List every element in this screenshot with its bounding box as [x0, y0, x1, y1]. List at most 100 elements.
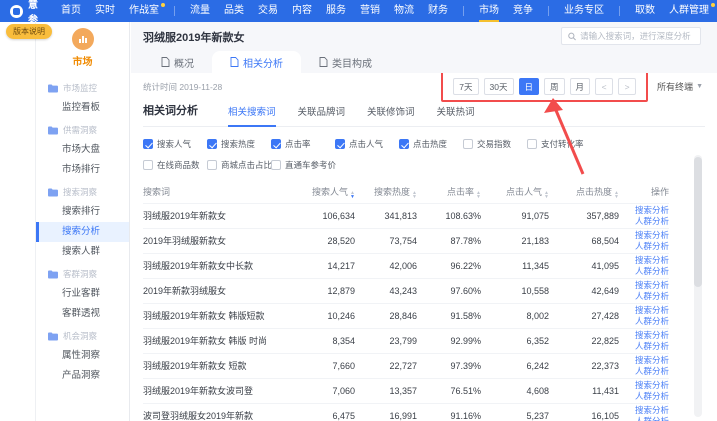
action-link-搜索分析[interactable]: 搜索分析	[619, 205, 669, 216]
terminal-filter[interactable]: 所有终端 ▼	[657, 80, 703, 93]
nav-item-物流[interactable]: 物流	[387, 0, 421, 22]
sort-icons[interactable]: ▲▼	[544, 191, 549, 199]
subtab-相关搜索词[interactable]: 相关搜索词	[228, 104, 276, 127]
sidebar-item-行业客群[interactable]: 行业客群	[36, 284, 129, 304]
checkbox-checked[interactable]	[335, 139, 345, 149]
metric-搜索人气[interactable]: 搜索人气	[143, 138, 207, 150]
prev-period-button[interactable]: <	[595, 78, 613, 95]
checkbox-unchecked[interactable]	[527, 139, 537, 149]
nav-item-交易[interactable]: 交易	[251, 0, 285, 22]
action-link-人群分析[interactable]: 人群分析	[619, 216, 669, 227]
nav-item-市场[interactable]: 市场	[472, 0, 506, 22]
metric-点击率[interactable]: 点击率	[271, 138, 335, 150]
sidebar-item-搜索人群[interactable]: 搜索人群	[36, 242, 129, 262]
next-period-button[interactable]: >	[618, 78, 636, 95]
sidebar-item-搜索分析[interactable]: 搜索分析	[36, 222, 129, 242]
column-header-搜索人气[interactable]: 搜索人气▲▼	[293, 181, 355, 203]
column-header-搜索热度[interactable]: 搜索热度▲▼	[355, 181, 417, 203]
checkbox-checked[interactable]	[207, 139, 217, 149]
sort-icons[interactable]: ▲▼	[350, 191, 355, 199]
nav-item-人群管理[interactable]: 人群管理	[662, 0, 716, 22]
sort-icons[interactable]: ▲▼	[476, 191, 481, 199]
subtab-关联修饰词[interactable]: 关联修饰词	[367, 104, 415, 127]
column-header-点击热度[interactable]: 点击热度▲▼	[549, 181, 619, 203]
period-button-30天[interactable]: 30天	[484, 78, 514, 95]
nav-item-作战室[interactable]: 作战室	[122, 0, 166, 22]
action-link-搜索分析[interactable]: 搜索分析	[619, 305, 669, 316]
sidebar: 市场 市场监控监控看板供需洞察市场大盘市场排行搜索洞察搜索排行搜索分析搜索人群客…	[0, 22, 130, 421]
subtab-关联品牌词[interactable]: 关联品牌词	[298, 104, 346, 127]
metric-点击热度[interactable]: 点击热度	[399, 138, 463, 150]
sidebar-item-监控看板[interactable]: 监控看板	[36, 98, 129, 118]
period-button-月[interactable]: 月	[570, 78, 591, 95]
nav-item-品类[interactable]: 品类	[217, 0, 251, 22]
sort-desc-icon[interactable]: ▼	[544, 195, 549, 199]
nav-item-业务专区[interactable]: 业务专区	[557, 0, 611, 22]
period-button-周[interactable]: 周	[544, 78, 565, 95]
metric-在线商品数[interactable]: 在线商品数	[143, 159, 207, 171]
tab-概况[interactable]: 概况	[143, 51, 212, 73]
action-link-人群分析[interactable]: 人群分析	[619, 341, 669, 352]
sidebar-item-客群透视[interactable]: 客群透视	[36, 304, 129, 324]
nav-item-首页[interactable]: 首页	[54, 0, 88, 22]
search-input[interactable]	[580, 31, 694, 41]
period-button-7天[interactable]: 7天	[453, 78, 478, 95]
sort-icons[interactable]: ▲▼	[614, 191, 619, 199]
action-link-搜索分析[interactable]: 搜索分析	[619, 355, 669, 366]
sidebar-item-搜索排行[interactable]: 搜索排行	[36, 202, 129, 222]
metric-点击人气[interactable]: 点击人气	[335, 138, 399, 150]
action-link-人群分析[interactable]: 人群分析	[619, 316, 669, 327]
sidebar-item-市场大盘[interactable]: 市场大盘	[36, 140, 129, 160]
action-link-人群分析[interactable]: 人群分析	[619, 366, 669, 377]
action-link-人群分析[interactable]: 人群分析	[619, 291, 669, 302]
cell-search-term: 2019年新款羽绒服女	[143, 278, 293, 303]
action-link-人群分析[interactable]: 人群分析	[619, 241, 669, 252]
checkbox-unchecked[interactable]	[207, 160, 217, 170]
action-link-搜索分析[interactable]: 搜索分析	[619, 380, 669, 391]
metric-商城点击占比[interactable]: 商城点击占比	[207, 159, 271, 171]
nav-item-财务[interactable]: 财务	[421, 0, 455, 22]
action-link-搜索分析[interactable]: 搜索分析	[619, 330, 669, 341]
sort-desc-icon[interactable]: ▼	[476, 195, 481, 199]
sidebar-item-属性洞察[interactable]: 属性洞察	[36, 346, 129, 366]
sidebar-item-市场排行[interactable]: 市场排行	[36, 160, 129, 180]
action-link-搜索分析[interactable]: 搜索分析	[619, 280, 669, 291]
nav-item-营销[interactable]: 营销	[353, 0, 387, 22]
sort-desc-icon[interactable]: ▼	[614, 195, 619, 199]
scrollbar-thumb[interactable]	[694, 157, 702, 287]
metric-交易指数[interactable]: 交易指数	[463, 138, 527, 150]
checkbox-unchecked[interactable]	[463, 139, 473, 149]
nav-item-服务[interactable]: 服务	[319, 0, 353, 22]
tab-类目构成[interactable]: 类目构成	[301, 51, 390, 73]
checkbox-unchecked[interactable]	[271, 160, 281, 170]
sort-icons[interactable]: ▲▼	[412, 191, 417, 199]
action-link-人群分析[interactable]: 人群分析	[619, 416, 669, 421]
metric-直通车参考价[interactable]: 直通车参考价	[271, 159, 335, 171]
action-link-搜索分析[interactable]: 搜索分析	[619, 405, 669, 416]
column-header-点击率[interactable]: 点击率▲▼	[417, 181, 481, 203]
checkbox-unchecked[interactable]	[143, 160, 153, 170]
nav-item-取数[interactable]: 取数	[628, 0, 662, 22]
period-button-日[interactable]: 日	[519, 78, 540, 95]
action-link-搜索分析[interactable]: 搜索分析	[619, 230, 669, 241]
scrollbar-track[interactable]	[694, 155, 702, 417]
sort-desc-icon[interactable]: ▼	[350, 195, 355, 199]
action-link-搜索分析[interactable]: 搜索分析	[619, 255, 669, 266]
sort-desc-icon[interactable]: ▼	[412, 195, 417, 199]
checkbox-checked[interactable]	[271, 139, 281, 149]
nav-item-实时[interactable]: 实时	[88, 0, 122, 22]
column-header-点击人气[interactable]: 点击人气▲▼	[481, 181, 549, 203]
sidebar-item-产品洞察[interactable]: 产品洞察	[36, 366, 129, 386]
version-badge[interactable]: 版本说明	[6, 24, 52, 39]
nav-item-内容[interactable]: 内容	[285, 0, 319, 22]
nav-item-流量[interactable]: 流量	[183, 0, 217, 22]
tab-相关分析[interactable]: 相关分析	[212, 51, 301, 73]
subtab-关联热词[interactable]: 关联热词	[437, 104, 475, 127]
action-link-人群分析[interactable]: 人群分析	[619, 266, 669, 277]
metric-支付转化率[interactable]: 支付转化率	[527, 138, 591, 150]
nav-item-竞争[interactable]: 竞争	[506, 0, 540, 22]
checkbox-checked[interactable]	[399, 139, 409, 149]
metric-搜索热度[interactable]: 搜索热度	[207, 138, 271, 150]
action-link-人群分析[interactable]: 人群分析	[619, 391, 669, 402]
checkbox-checked[interactable]	[143, 139, 153, 149]
